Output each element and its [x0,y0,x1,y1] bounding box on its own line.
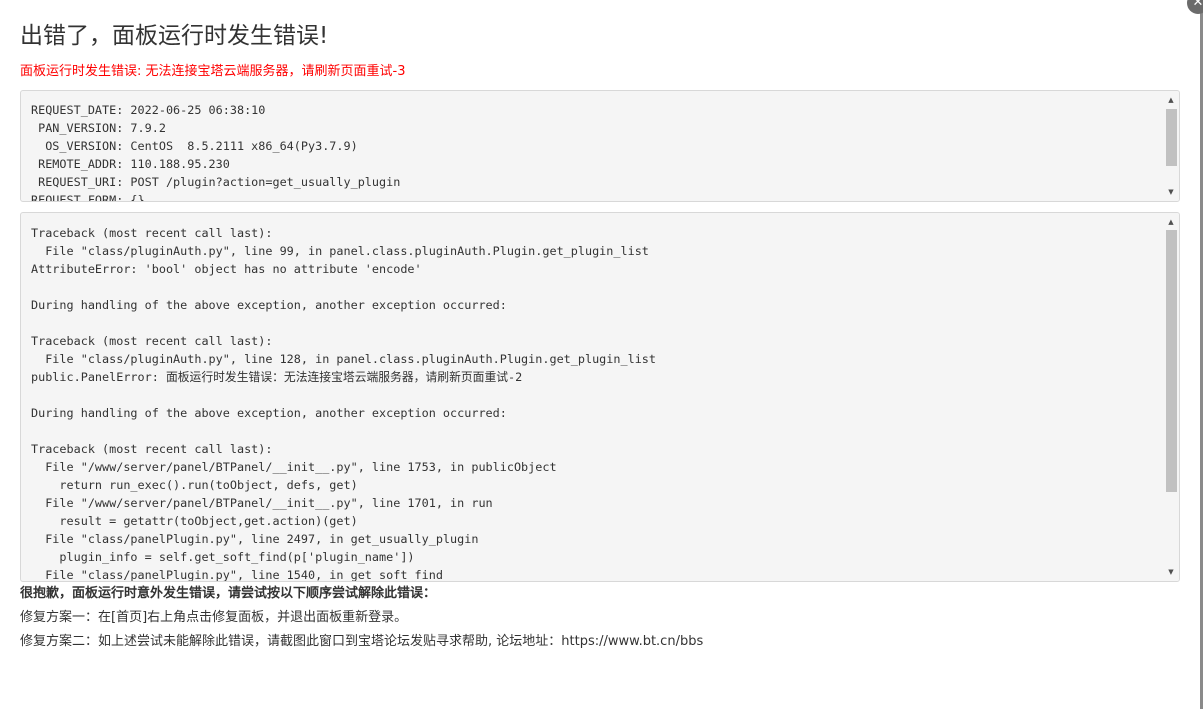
help-heading: 很抱歉，面板运行时意外发生错误，请尝试按以下顺序尝试解除此错误： [20,586,437,601]
scroll-down-icon[interactable]: ▼ [1163,565,1179,579]
close-icon[interactable]: ✕ [1187,0,1203,14]
scroll-thumb[interactable] [1166,230,1177,492]
traceback-scrollbar[interactable]: ▲ ▼ [1163,213,1179,581]
traceback-text: Traceback (most recent call last): File … [31,226,657,582]
error-summary: 面板运行时发生错误: 无法连接宝塔云端服务器，请刷新页面重试-3 [20,64,406,79]
scroll-up-icon[interactable]: ▲ [1163,93,1179,107]
request-info-box[interactable]: REQUEST_DATE: 2022-06-25 06:38:10 PAN_VE… [20,90,1180,202]
request-info-scrollbar[interactable]: ▲ ▼ [1163,91,1179,201]
help-section: 很抱歉，面板运行时意外发生错误，请尝试按以下顺序尝试解除此错误： 修复方案一：在… [20,585,703,657]
page-title: 出错了，面板运行时发生错误! [20,23,329,49]
scroll-up-icon[interactable]: ▲ [1163,215,1179,229]
fix-option-1: 修复方案一：在[首页]右上角点击修复面板，并退出面板重新登录。 [20,610,408,625]
scroll-down-icon[interactable]: ▼ [1163,185,1179,199]
fix-option-2: 修复方案二：如上述尝试未能解除此错误，请截图此窗口到宝塔论坛发贴寻求帮助, 论坛… [20,634,704,649]
traceback-box[interactable]: Traceback (most recent call last): File … [20,212,1180,582]
scroll-thumb[interactable] [1166,109,1177,166]
request-info-text: REQUEST_DATE: 2022-06-25 06:38:10 PAN_VE… [31,103,401,202]
